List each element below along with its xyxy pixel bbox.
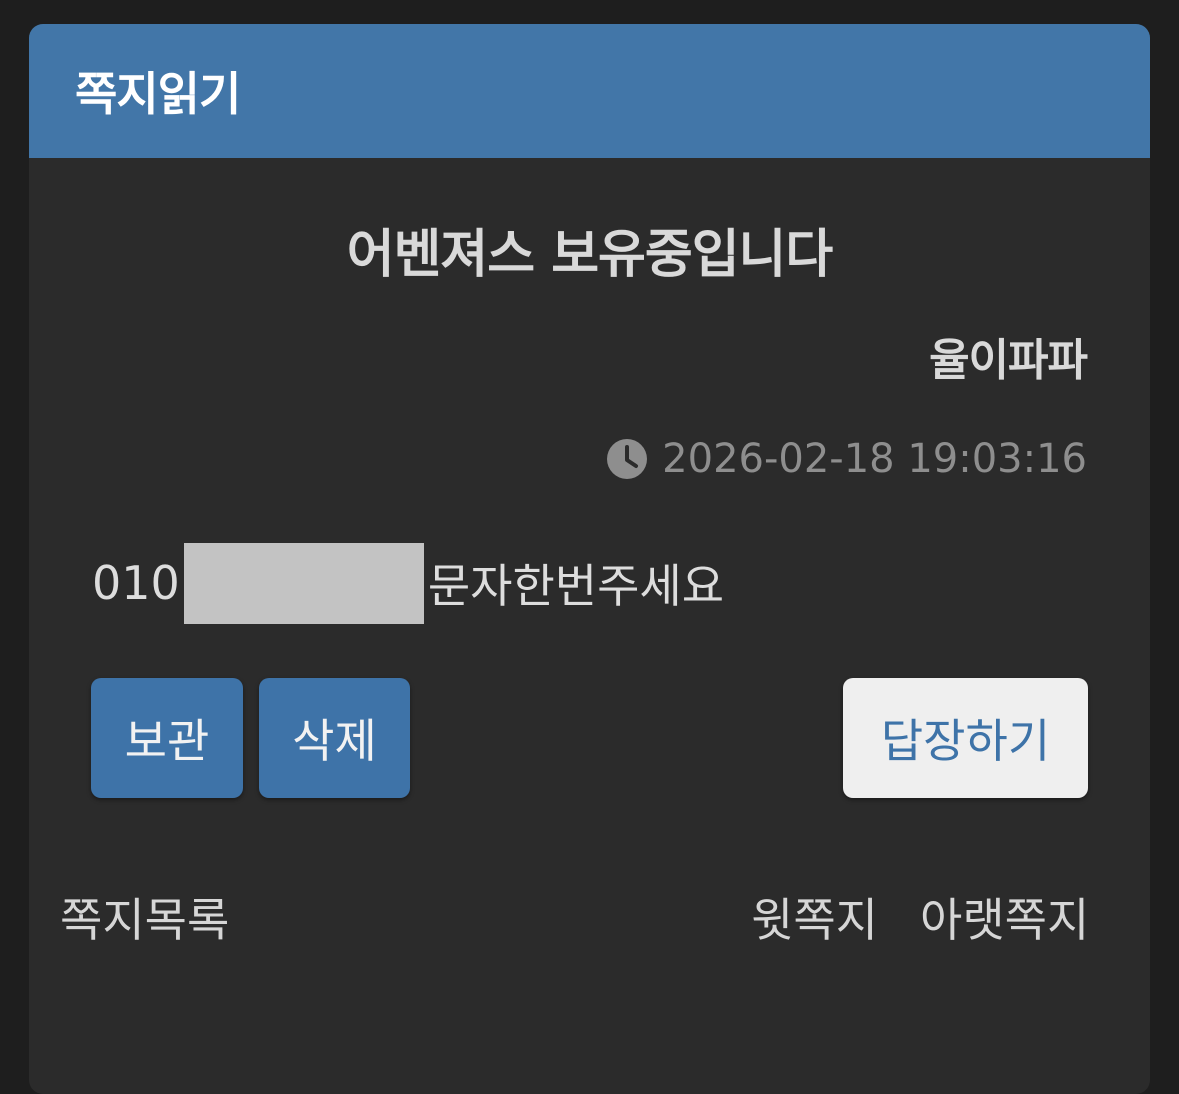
- message-body-prefix: 010: [92, 556, 180, 610]
- message-list-link[interactable]: 쪽지목록: [60, 884, 229, 950]
- clock-icon: [606, 438, 648, 480]
- redacted-block: [183, 542, 424, 624]
- delete-button[interactable]: 삭제: [259, 678, 410, 798]
- archive-button[interactable]: 보관: [91, 678, 243, 798]
- message-timestamp: 2026-02-18 19:03:16: [662, 436, 1087, 482]
- message-body-suffix: 문자한번주세요: [427, 559, 725, 613]
- page-title: 쪽지읽기: [75, 67, 241, 121]
- panel-header: 쪽지읽기: [29, 24, 1150, 158]
- message-subject: 어벤져스 보유중입니다: [346, 225, 834, 285]
- message-sender: 율이파파: [929, 335, 1088, 386]
- previous-message-link[interactable]: 윗쪽지: [751, 884, 878, 950]
- message-panel: 쪽지읽기 어벤져스 보유중입니다 율이파파 2026-02-18 19:03:1…: [29, 24, 1150, 1094]
- message-timestamp-row: 2026-02-18 19:03:16: [606, 436, 1087, 482]
- next-message-link[interactable]: 아랫쪽지: [920, 884, 1089, 950]
- reply-button[interactable]: 답장하기: [843, 678, 1088, 798]
- message-body: 010 문자한번주세요: [92, 542, 724, 624]
